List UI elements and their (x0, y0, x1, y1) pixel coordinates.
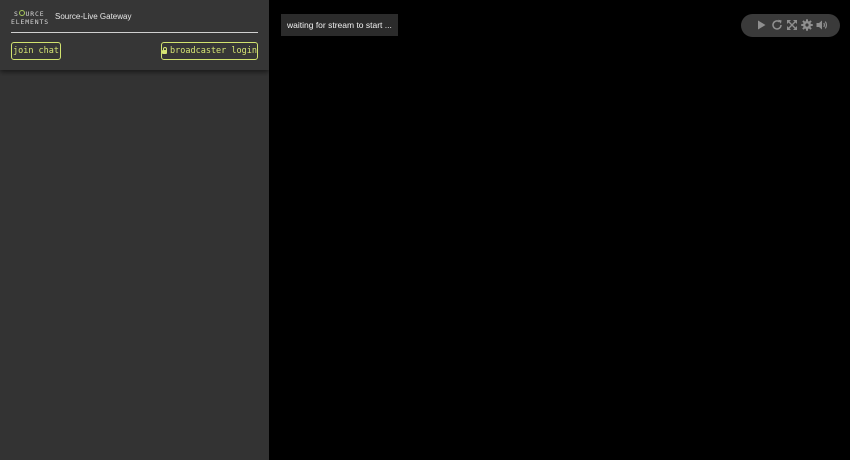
sidebar: S URCE ELEMENTS Source-Live Gateway join … (0, 0, 269, 460)
source-elements-logo[interactable]: S URCE ELEMENTS (11, 10, 49, 26)
stream-status: waiting for stream to start ... (281, 14, 398, 36)
app-window: S URCE ELEMENTS Source-Live Gateway join … (0, 0, 850, 460)
player-controls (741, 14, 840, 37)
app-title: Source-Live Gateway (55, 12, 132, 21)
play-icon[interactable] (754, 18, 768, 32)
video-player[interactable]: waiting for stream to start ... (269, 0, 850, 460)
reload-icon[interactable] (770, 18, 784, 32)
logo-o-mark-icon (19, 10, 26, 16)
gear-icon[interactable] (800, 18, 814, 32)
sidebar-header: S URCE ELEMENTS Source-Live Gateway join … (0, 0, 269, 70)
join-chat-label: join chat (12, 46, 60, 56)
volume-icon[interactable] (815, 18, 829, 32)
fullscreen-icon[interactable] (785, 18, 799, 32)
join-chat-button[interactable]: join chat (11, 42, 61, 60)
logo-line-elements: ELEMENTS (11, 17, 49, 26)
header-divider (11, 32, 258, 33)
broadcaster-login-button[interactable]: broadcaster login (161, 42, 258, 60)
lock-icon (162, 46, 167, 54)
broadcaster-login-label: broadcaster login (170, 46, 257, 56)
